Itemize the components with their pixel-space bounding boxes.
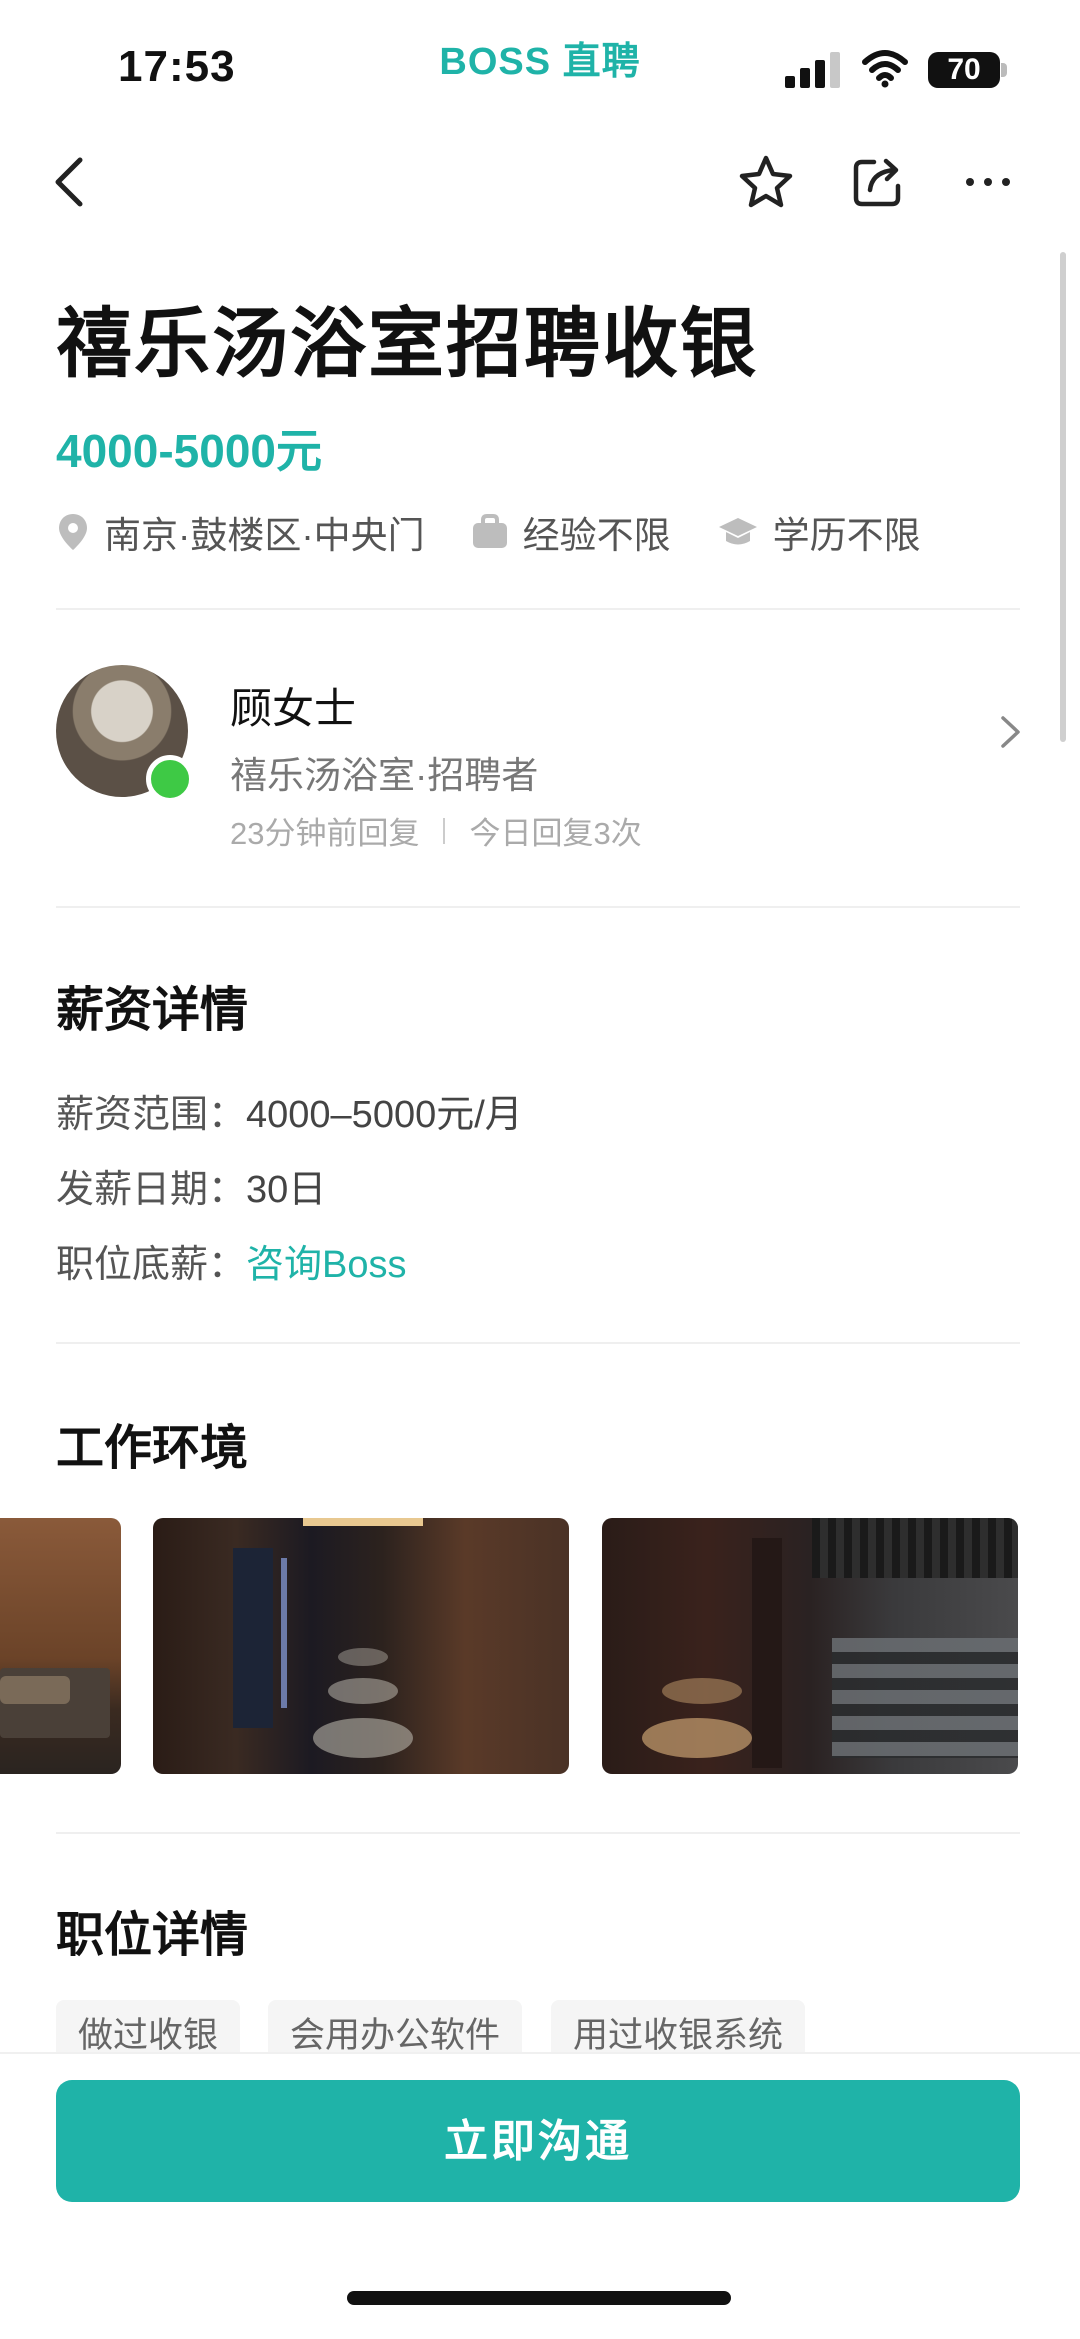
- online-status-dot: [146, 755, 194, 803]
- location-text: 南京·鼓楼区·中央门: [104, 515, 425, 556]
- app-brand: BOSS 直聘: [439, 41, 641, 83]
- recruiter-company: 禧乐汤浴室·招聘者: [230, 755, 539, 796]
- divider: [56, 1342, 1020, 1344]
- education-text: 学历不限: [772, 515, 921, 556]
- environment-title: 工作环境: [56, 1422, 249, 1475]
- battery-indicator: 70: [928, 52, 1000, 88]
- job-meta: 南京·鼓楼区·中央门 经验不限 学历不限: [56, 505, 967, 559]
- home-indicator[interactable]: [347, 2291, 731, 2305]
- reply-separator: [443, 817, 446, 844]
- back-chevron-icon[interactable]: [42, 152, 102, 212]
- divider: [56, 1832, 1020, 1834]
- environment-photo[interactable]: [0, 1518, 121, 1774]
- job-details-title: 职位详情: [56, 1909, 249, 1962]
- star-icon[interactable]: [736, 152, 796, 212]
- salary-range: 4000-5000元: [56, 425, 322, 477]
- recruiter-name[interactable]: 顾女士: [230, 675, 356, 736]
- chat-now-button[interactable]: 立即沟通: [56, 2080, 1020, 2202]
- share-icon[interactable]: [848, 152, 908, 212]
- salary-range-value: 4000–5000元/月: [246, 1094, 523, 1136]
- base-salary-label: 职位底薪：: [56, 1244, 247, 1286]
- salary-range-label: 薪资范围：: [56, 1094, 247, 1136]
- payday-label: 发薪日期：: [56, 1169, 247, 1211]
- location-pin-icon: [59, 514, 87, 550]
- cellular-signal-icon: [785, 52, 840, 88]
- base-salary-row: 职位底薪：咨询Boss: [56, 1233, 407, 1288]
- location-item: 南京·鼓楼区·中央门: [56, 505, 425, 559]
- job-title: 禧乐汤浴室招聘收银: [56, 302, 758, 387]
- salary-range-row: 薪资范围：4000–5000元/月: [56, 1083, 523, 1138]
- recruiter-reply-info: 23分钟前回复 今日回复3次: [230, 808, 642, 853]
- reply-time: 23分钟前回复: [230, 816, 420, 851]
- more-icon[interactable]: [958, 152, 1018, 212]
- education-item: 学历不限: [717, 505, 921, 559]
- reply-count: 今日回复3次: [469, 816, 642, 851]
- divider: [56, 608, 1020, 610]
- experience-text: 经验不限: [522, 515, 671, 556]
- salary-details-title: 薪资详情: [56, 984, 249, 1037]
- environment-photo[interactable]: [153, 1518, 569, 1774]
- chevron-right-icon[interactable]: [998, 712, 1024, 752]
- environment-photo[interactable]: [602, 1518, 1018, 1774]
- battery-tip: [1001, 63, 1007, 77]
- scrollbar[interactable]: [1060, 252, 1066, 742]
- payday-value: 30日: [246, 1169, 327, 1211]
- divider: [56, 906, 1020, 908]
- briefcase-icon: [472, 514, 507, 548]
- graduation-cap-icon: [718, 518, 757, 545]
- experience-item: 经验不限: [471, 505, 671, 559]
- wifi-icon: [862, 50, 908, 88]
- payday-row: 发薪日期：30日: [56, 1158, 326, 1213]
- consult-boss-link[interactable]: 咨询Boss: [246, 1244, 406, 1286]
